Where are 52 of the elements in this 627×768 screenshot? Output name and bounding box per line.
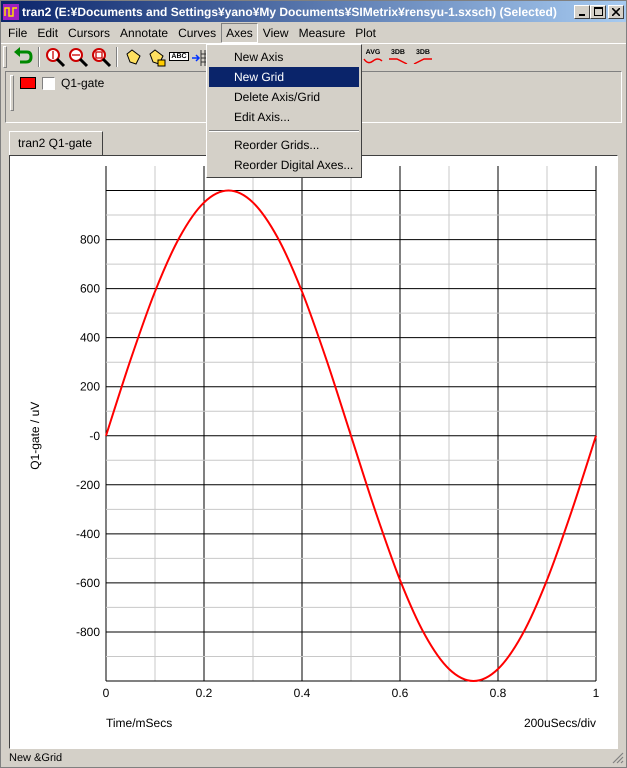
resize-grip-icon[interactable]	[612, 752, 624, 764]
scale-note: 200uSecs/div	[524, 716, 596, 730]
window-title: tran2 (E:¥Documents and Settings¥yano¥My Documents¥SIMetrix¥rensyu-1.sxsch) (Selected)	[22, 4, 558, 18]
y-tick-label: 400	[80, 330, 100, 345]
menu-item[interactable]: Cursors	[63, 22, 116, 42]
y-tick-label: -0	[89, 428, 100, 443]
curve-icon	[363, 58, 383, 64]
close-icon	[612, 8, 620, 16]
y-tick-label: -400	[76, 526, 100, 541]
close-button[interactable]	[608, 4, 624, 18]
zoom-icon[interactable]	[44, 46, 66, 68]
curve-icon	[413, 58, 433, 64]
status-text: New &Grid	[9, 752, 62, 764]
minimize-icon	[579, 14, 585, 16]
curve-icon	[388, 58, 408, 64]
maximize-button[interactable]	[590, 4, 606, 18]
menu-option[interactable]: Reorder Digital Axes...	[209, 155, 359, 175]
menu-item[interactable]: Plot	[350, 22, 381, 42]
menu-item[interactable]: View	[258, 22, 294, 42]
menu-item[interactable]: Edit	[32, 22, 64, 42]
menu-item[interactable]: Curves	[173, 22, 222, 42]
y-tick-label: -600	[76, 576, 100, 590]
menu-item[interactable]: Measure	[294, 22, 350, 42]
y-tick-label: 200	[80, 380, 100, 394]
menu-item[interactable]: Annotate	[115, 22, 174, 42]
menu-option[interactable]: New Grid	[209, 67, 359, 87]
y-tick-label: 600	[80, 282, 100, 296]
x-tick-label: 0	[102, 686, 110, 700]
menu-option[interactable]: Reorder Grids...	[209, 135, 359, 155]
menu-item[interactable]: File	[3, 22, 32, 42]
zoom-icon[interactable]	[90, 46, 112, 68]
minimize-button[interactable]	[574, 4, 590, 18]
x-tick-label: 0.6	[392, 686, 408, 700]
waveform-icon	[3, 4, 19, 20]
y-axis-label: Q1-gate / uV	[28, 402, 42, 470]
x-tick-label: 1	[592, 686, 600, 700]
x-tick-label: 0.4	[294, 686, 310, 700]
y-tick-label: 800	[80, 232, 100, 247]
menu-item[interactable]: Axes	[221, 22, 258, 42]
x-tick-label: 0.8	[490, 686, 506, 700]
zoom-icon[interactable]	[67, 46, 89, 68]
plot-tab[interactable]: tran2 Q1-gate	[9, 131, 104, 155]
x-tick-label: 0.2	[196, 686, 212, 700]
x-axis-label: Time/mSecs	[106, 716, 172, 730]
y-tick-label: -800	[76, 624, 100, 639]
maximize-icon	[594, 7, 602, 16]
checkbox[interactable]	[42, 76, 55, 90]
menu-option[interactable]: Edit Axis...	[209, 107, 359, 127]
curve-name: Q1-gate	[61, 76, 104, 90]
y-tick-label: -200	[76, 478, 100, 492]
menu-option[interactable]: Delete Axis/Grid	[209, 87, 359, 107]
menu-option[interactable]: New Axis	[209, 47, 359, 67]
